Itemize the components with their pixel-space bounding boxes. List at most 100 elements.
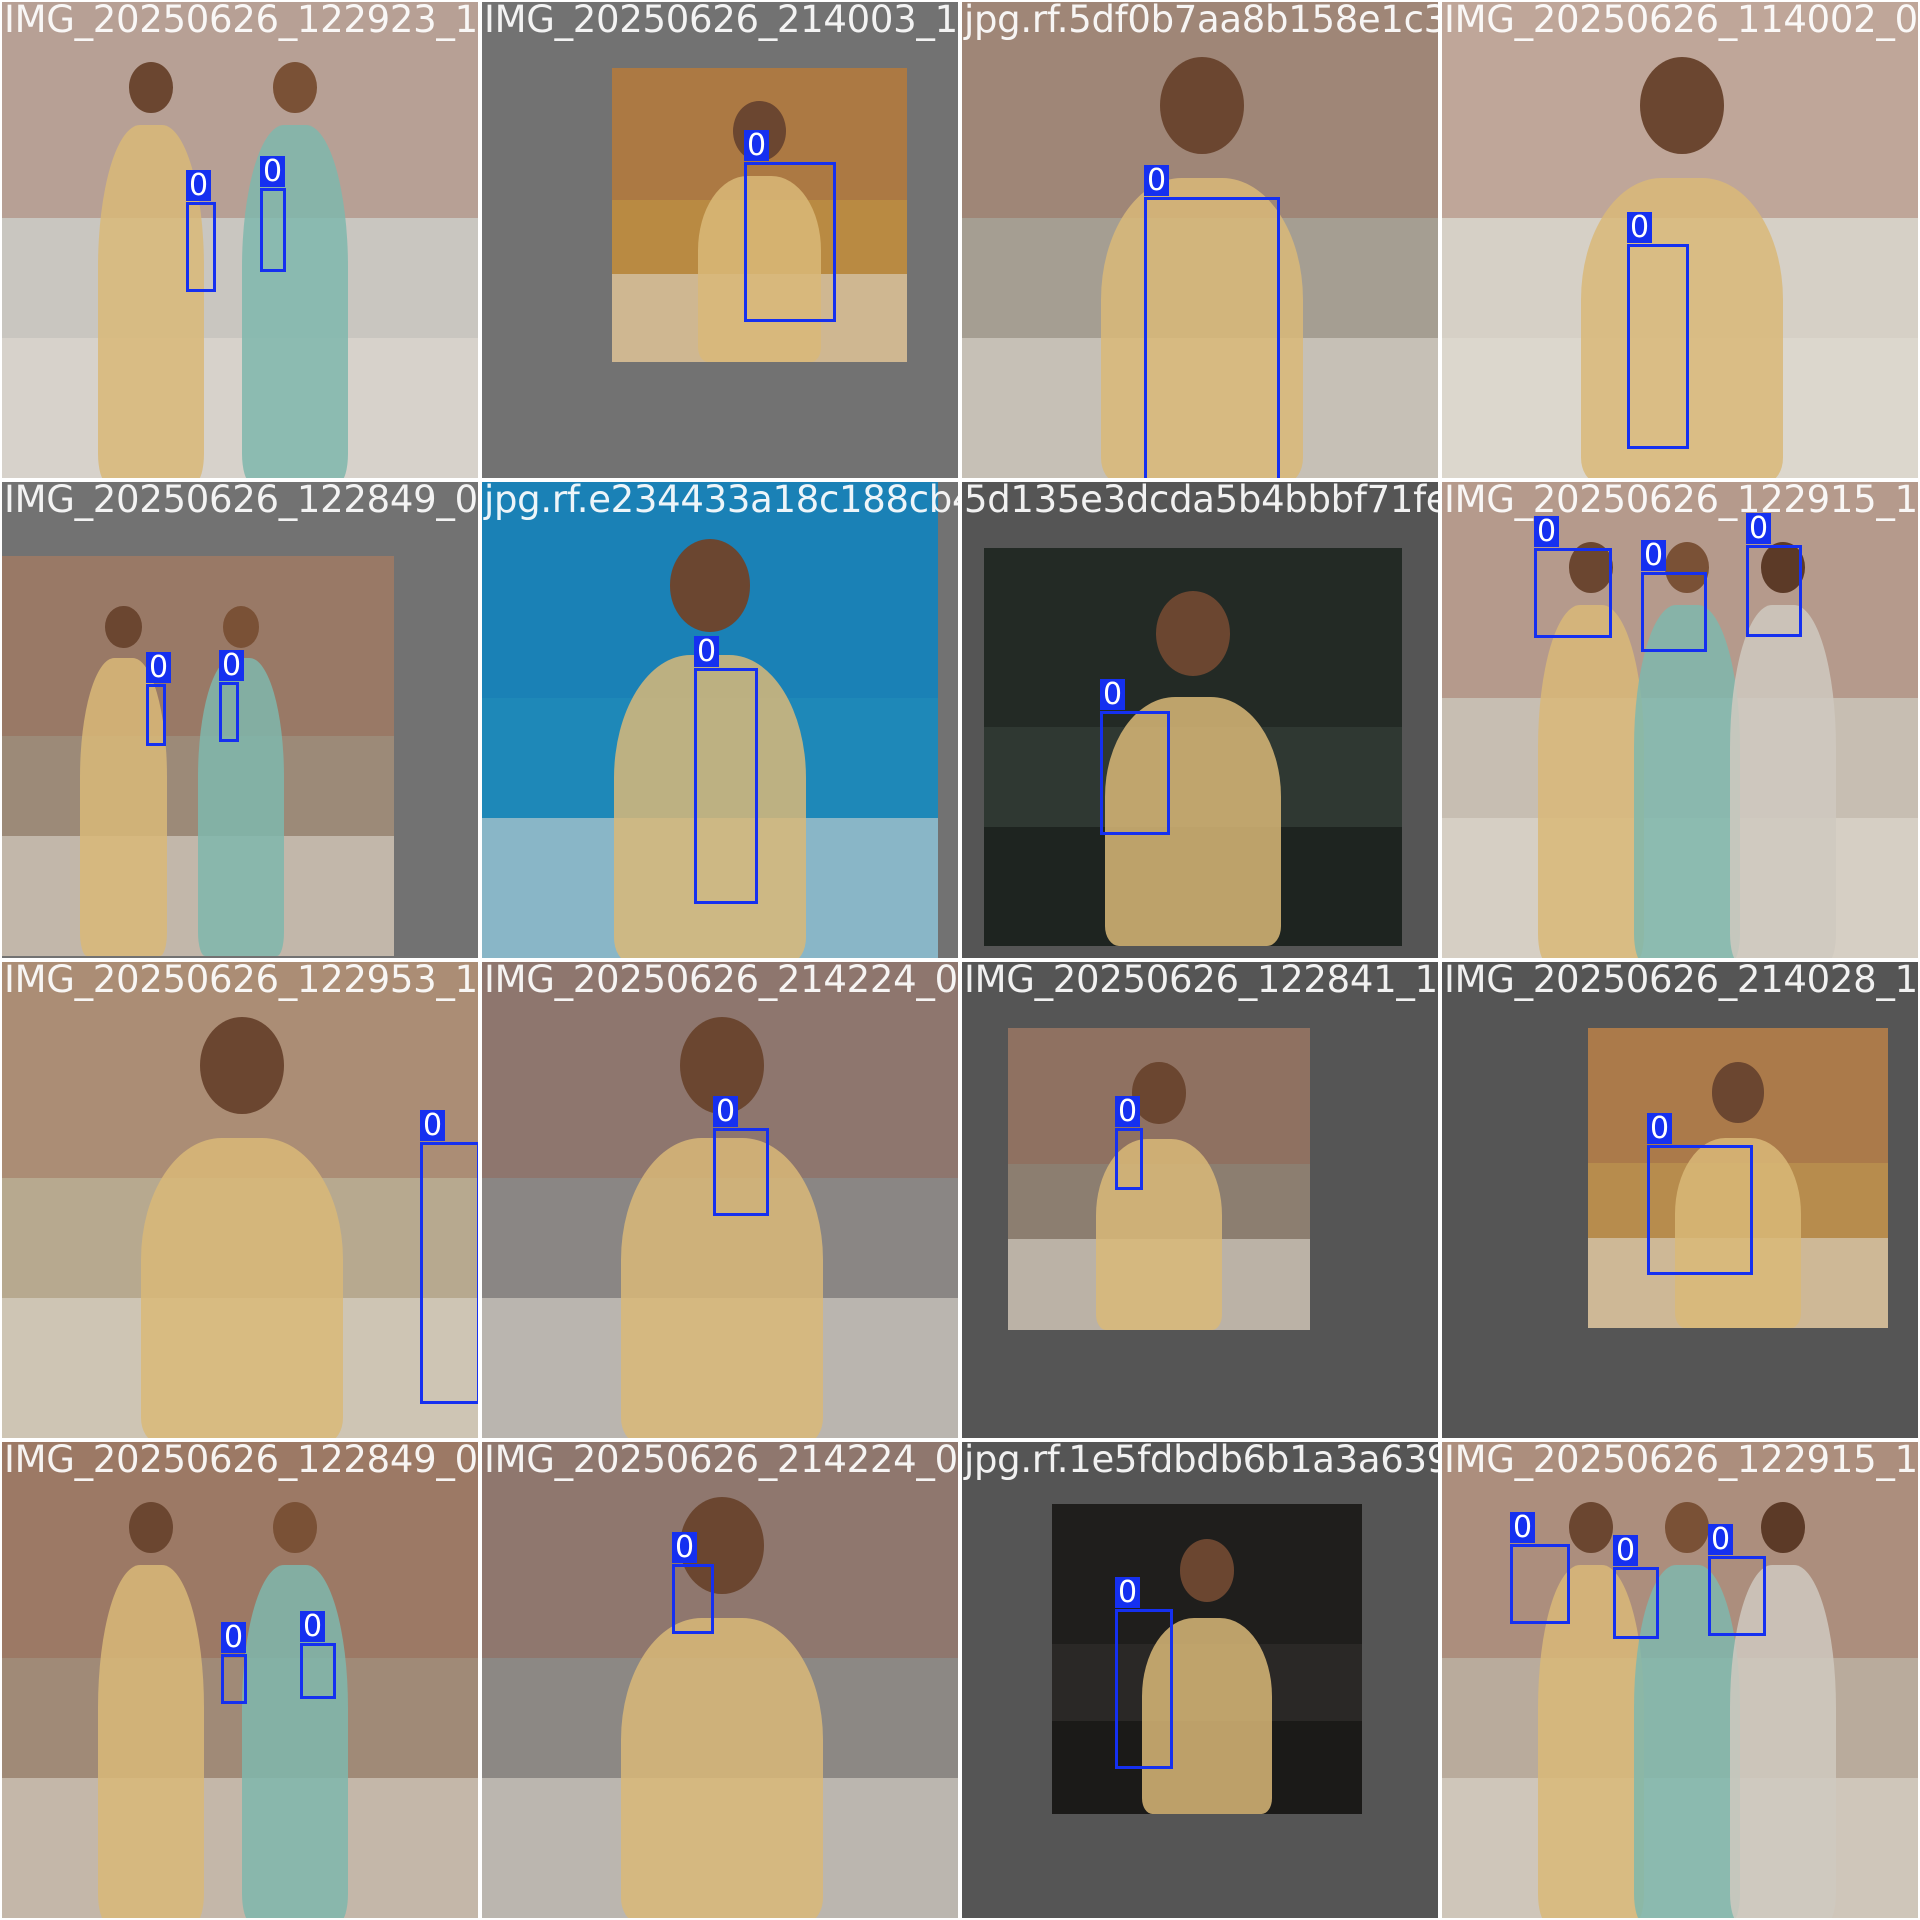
person-head — [1132, 1062, 1186, 1124]
detection-box — [1115, 1128, 1143, 1190]
mosaic-tile: 0 0 IMG_20250626_122849_01_jpg — [0, 480, 480, 960]
person-head — [105, 606, 142, 648]
detection-box — [186, 202, 216, 292]
person-head — [669, 539, 751, 632]
mosaic-tile: 0 IMG_20250626_122953_12_jpg.rf.1073c6a23… — [0, 960, 480, 1440]
person-figure — [242, 125, 348, 478]
person-figure — [242, 1565, 348, 1918]
mosaic-tile: 0 IMG_20250626_122841_14_jpg.rf.2ae6df6f7… — [960, 960, 1440, 1440]
photo-office-walking — [1008, 1028, 1310, 1330]
detection-class-label: 0 — [1641, 540, 1667, 571]
photo-three-walking — [1442, 482, 1918, 958]
person-figure — [1730, 605, 1836, 958]
detection-class-label: 0 — [1100, 679, 1126, 710]
mosaic-tile: 0 jpg.rf.e234433a18c188cb4e1fd35e313e4eaa — [480, 480, 960, 960]
detection-box — [221, 1654, 247, 1704]
mosaic-tile: 0 0 0 IMG_20250626_122915_16 — [1440, 480, 1920, 960]
person-figure — [198, 658, 285, 956]
mosaic-tile: 0 IMG_20250626_214003_11_jpg.rf.5d0b73052… — [480, 0, 960, 480]
image-filename-caption: IMG_20250626_114002_01 — [1444, 0, 1920, 41]
mosaic-tile: 0 IMG_20250626_114002_01 — [1440, 0, 1920, 480]
person-figure — [1538, 605, 1644, 958]
background-floor — [2, 1778, 478, 1918]
person-head — [1156, 591, 1230, 677]
detection-box — [219, 682, 239, 742]
detection-class-label: 0 — [1613, 1535, 1639, 1566]
person-figure — [141, 1138, 343, 1438]
image-filename-caption: IMG_20250626_214003_11_jpg.rf.5d0b73052a — [484, 0, 958, 41]
detection-box — [420, 1142, 478, 1404]
photo-office-walking-2 — [482, 1442, 958, 1918]
person-head — [272, 61, 317, 113]
detection-box — [694, 668, 758, 904]
detection-class-label: 0 — [420, 1110, 446, 1141]
person-head — [128, 1501, 173, 1553]
person-head — [1760, 1501, 1805, 1553]
photo-desk-close-up — [2, 962, 478, 1438]
image-filename-caption: IMG_20250626_214224_05_jpg.rf.c2a6b7793a… — [484, 960, 958, 1001]
detection-box — [146, 684, 166, 746]
person-head — [1179, 1539, 1235, 1603]
person-head — [223, 606, 260, 648]
image-filename-caption: IMG_20250626_122915_13 — [1444, 1440, 1920, 1481]
detection-class-label: 0 — [1144, 165, 1170, 196]
mosaic-tile: 0 0 0 IMG_20250626_122915_13 — [1440, 1440, 1920, 1920]
image-filename-caption: IMG_20250626_214028_12_jpg.rf.4f5be3e8cc — [1444, 960, 1918, 1001]
detection-box — [1708, 1556, 1766, 1636]
photo-office-walkway — [2, 556, 394, 956]
person-head — [128, 61, 173, 113]
detection-class-label: 0 — [1510, 1512, 1536, 1543]
person-head — [1568, 1501, 1613, 1553]
mosaic-tile: 0 0 IMG_20250626_122849_08_jpg — [0, 1440, 480, 1920]
detection-box — [1144, 197, 1280, 478]
mosaic-tile: 0 IMG_20250626_214224_06_jpg.rf.2e5b6820a — [480, 1440, 960, 1920]
mosaic-tile: 0 0 IMG_20250626_122923_14_jpg.rf.15290fd2 — [0, 0, 480, 480]
person-head — [1159, 56, 1245, 155]
image-filename-caption: IMG_20250626_122923_14_jpg.rf.15290fd2 — [4, 0, 478, 41]
image-filename-caption: IMG_20250626_122849_08_jpg — [4, 1440, 478, 1481]
person-head — [199, 1016, 285, 1115]
detection-class-label: 0 — [300, 1611, 326, 1642]
detection-class-label: 0 — [146, 652, 172, 683]
photo-dark-portrait — [1052, 1504, 1362, 1814]
image-filename-caption: IMG_20250626_122915_16 — [1444, 480, 1920, 521]
annotated-image-mosaic: 0 0 IMG_20250626_122923_14_jpg.rf.15290fd2… — [0, 0, 1920, 1920]
person-figure — [1634, 605, 1740, 958]
detection-class-label: 0 — [219, 650, 245, 681]
detection-class-label: 0 — [1115, 1096, 1141, 1127]
detection-class-label: 0 — [1115, 1577, 1141, 1608]
detection-class-label: 0 — [1708, 1524, 1734, 1555]
detection-class-label: 0 — [221, 1622, 247, 1653]
detection-box — [1534, 548, 1612, 638]
detection-class-label: 0 — [713, 1096, 739, 1127]
detection-box — [1115, 1609, 1173, 1769]
person-head — [272, 1501, 317, 1553]
detection-box — [260, 188, 286, 272]
detection-box — [1510, 1544, 1570, 1624]
detection-class-label: 0 — [672, 1532, 698, 1563]
detection-class-label: 0 — [744, 130, 770, 161]
background-floor — [2, 338, 478, 478]
detection-box — [300, 1643, 336, 1699]
background-wall — [2, 556, 394, 736]
detection-class-label: 0 — [260, 156, 286, 187]
mosaic-tile: 0 IMG_20250626_214028_12_jpg.rf.4f5be3e8c… — [1440, 960, 1920, 1440]
detection-box — [1627, 244, 1689, 449]
detection-class-label: 0 — [186, 170, 212, 201]
detection-box — [1100, 711, 1170, 835]
image-filename-caption: IMG_20250626_122841_14_jpg.rf.2ae6df6f79 — [964, 960, 1438, 1001]
person-figure — [621, 1618, 823, 1918]
detection-box — [744, 162, 836, 322]
mosaic-tile: 0 IMG_20250626_214224_05_jpg.rf.c2a6b7793… — [480, 960, 960, 1440]
image-filename-caption: IMG_20250626_122953_12_jpg.rf.1073c6a23c… — [4, 960, 478, 1001]
mosaic-tile: 0 jpg.rf.1e5fdbdb6b1a3a639aad0c5f1c049e7e — [960, 1440, 1440, 1920]
person-figure — [98, 1565, 204, 1918]
person-head — [1639, 56, 1725, 155]
detection-box — [1746, 545, 1802, 637]
person-head — [1664, 1501, 1709, 1553]
detection-box — [672, 1564, 714, 1634]
image-filename-caption: jpg.rf.1e5fdbdb6b1a3a639aad0c5f1c049e7e — [964, 1440, 1440, 1481]
photo-dark-desk — [984, 548, 1402, 946]
detection-box — [1641, 572, 1707, 652]
detection-box — [713, 1128, 769, 1216]
